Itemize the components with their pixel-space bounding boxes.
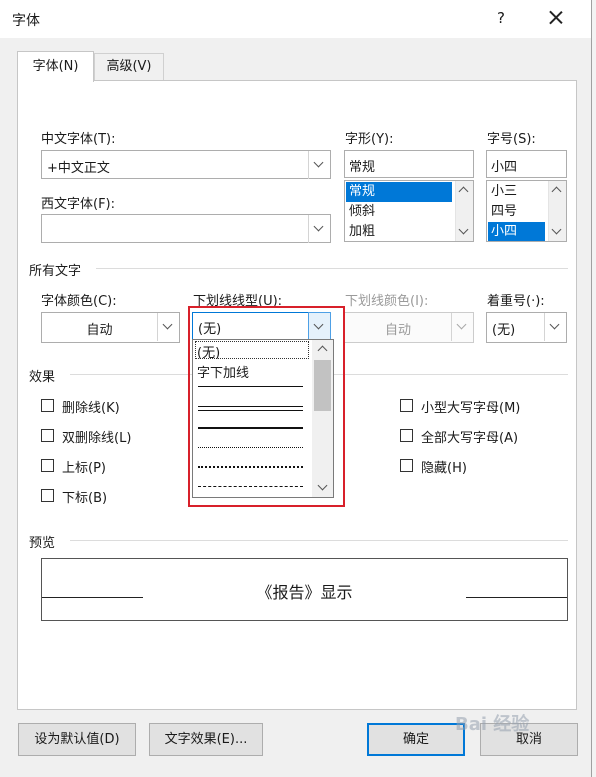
tab-advanced[interactable]: 高级(V): [94, 53, 164, 81]
all-text-section-title: 所有文字: [29, 264, 82, 279]
underline-style-value: (无): [198, 322, 222, 337]
underline-dotted-heavy-option[interactable]: [198, 466, 303, 468]
scroll-up-icon[interactable]: [458, 186, 469, 197]
underline-color-label: 下划线颜色(I):: [345, 294, 429, 309]
emphasis-mark-label: 着重号(·):: [487, 294, 545, 309]
hidden-label[interactable]: 隐藏(H): [421, 457, 467, 476]
underline-color-value: 自动: [384, 323, 411, 338]
underline-single-option[interactable]: [198, 386, 303, 387]
font-size-list[interactable]: 小三 四号 小四: [486, 180, 567, 242]
chinese-font-combo[interactable]: +中文正文: [41, 150, 331, 179]
all-caps-checkbox[interactable]: [400, 429, 413, 442]
strikethrough-checkbox[interactable]: [41, 399, 54, 412]
set-default-button[interactable]: 设为默认值(D): [18, 723, 136, 756]
font-style-input[interactable]: 常规: [344, 150, 474, 178]
title-bar: 字体 ?: [0, 0, 591, 38]
chinese-font-label: 中文字体(T):: [41, 132, 116, 147]
underline-double-option[interactable]: [198, 406, 303, 411]
emphasis-mark-combo[interactable]: (无): [486, 312, 567, 343]
list-item[interactable]: 加粗: [346, 222, 375, 241]
list-item[interactable]: 常规: [346, 182, 452, 202]
underline-style-dropdown[interactable]: (无) 字下加线: [192, 339, 334, 498]
section-divider: [96, 268, 568, 269]
underline-thick-option[interactable]: [198, 427, 303, 429]
underline-style-combo[interactable]: (无): [192, 312, 331, 344]
dialog-title: 字体: [12, 13, 40, 29]
western-font-combo[interactable]: [41, 214, 331, 243]
chevron-down-icon[interactable]: [308, 215, 330, 243]
font-size-label: 字号(S):: [487, 132, 536, 147]
tab-font[interactable]: 字体(N): [17, 51, 94, 82]
font-dialog: 字体 ? 字体(N) 高级(V) 中文字体(T): +中文正文 西文字体(F):…: [0, 0, 592, 777]
list-item[interactable]: 小四: [488, 222, 545, 241]
font-style-list[interactable]: 常规 倾斜 加粗: [344, 180, 474, 242]
hidden-checkbox[interactable]: [400, 459, 413, 472]
font-style-value: 常规: [349, 160, 376, 175]
small-caps-label[interactable]: 小型大写字母(M): [421, 397, 520, 416]
emphasis-mark-value: (无): [492, 323, 516, 338]
chevron-down-icon[interactable]: [157, 313, 179, 341]
preview-box: 《报告》显示: [41, 558, 568, 621]
scroll-down-icon[interactable]: [317, 480, 328, 491]
list-item[interactable]: 小三: [488, 182, 517, 202]
scroll-up-icon[interactable]: [551, 186, 562, 197]
font-size-input[interactable]: 小四: [486, 150, 567, 178]
chinese-font-value: +中文正文: [47, 161, 110, 176]
baidu-watermark: Bai 经验: [455, 714, 530, 735]
western-font-label: 西文字体(F):: [41, 197, 116, 212]
font-style-label: 字形(Y):: [345, 132, 394, 147]
underline-dashed-option[interactable]: [198, 486, 303, 487]
text-effects-button[interactable]: 文字效果(E)...: [149, 723, 263, 756]
ok-button[interactable]: 确定: [367, 723, 465, 756]
scroll-down-icon[interactable]: [458, 224, 469, 235]
chevron-down-icon[interactable]: [544, 313, 566, 341]
underline-dotted-option[interactable]: [198, 447, 303, 448]
small-caps-checkbox[interactable]: [400, 399, 413, 412]
double-strikethrough-label[interactable]: 双删除线(L): [62, 427, 131, 446]
all-caps-label[interactable]: 全部大写字母(A): [421, 427, 518, 446]
scroll-thumb[interactable]: [314, 360, 331, 411]
effects-section-title: 效果: [29, 370, 56, 385]
help-button[interactable]: ?: [490, 6, 512, 30]
list-item[interactable]: 四号: [488, 202, 517, 222]
scrollbar[interactable]: [455, 181, 473, 241]
font-color-value: 自动: [86, 323, 113, 338]
list-item[interactable]: 倾斜: [346, 202, 375, 222]
preview-section-title: 预览: [29, 536, 56, 551]
font-size-value: 小四: [491, 160, 518, 175]
chevron-down-icon: [451, 313, 473, 341]
preview-text: 《报告》显示: [256, 583, 353, 602]
underline-color-combo: 自动: [344, 312, 474, 343]
subscript-label[interactable]: 下标(B): [62, 487, 107, 506]
scroll-down-icon[interactable]: [551, 224, 562, 235]
font-color-label: 字体颜色(C):: [41, 294, 117, 309]
subscript-checkbox[interactable]: [41, 489, 54, 502]
strikethrough-label[interactable]: 删除线(K): [62, 397, 120, 416]
underline-style-label: 下划线线型(U):: [193, 294, 283, 309]
double-strikethrough-checkbox[interactable]: [41, 429, 54, 442]
dropdown-scrollbar[interactable]: [312, 340, 333, 497]
preview-baseline-right: [466, 597, 567, 598]
dropdown-item-words-only[interactable]: 字下加线: [197, 362, 249, 381]
superscript-checkbox[interactable]: [41, 459, 54, 472]
close-icon[interactable]: [542, 6, 570, 30]
section-divider: [70, 540, 568, 541]
dropdown-item-none[interactable]: (无): [197, 342, 220, 361]
font-color-combo[interactable]: 自动: [41, 312, 180, 343]
scrollbar[interactable]: [548, 181, 566, 241]
chevron-down-icon[interactable]: [308, 151, 330, 179]
scroll-up-icon[interactable]: [317, 345, 328, 356]
superscript-label[interactable]: 上标(P): [62, 457, 106, 476]
